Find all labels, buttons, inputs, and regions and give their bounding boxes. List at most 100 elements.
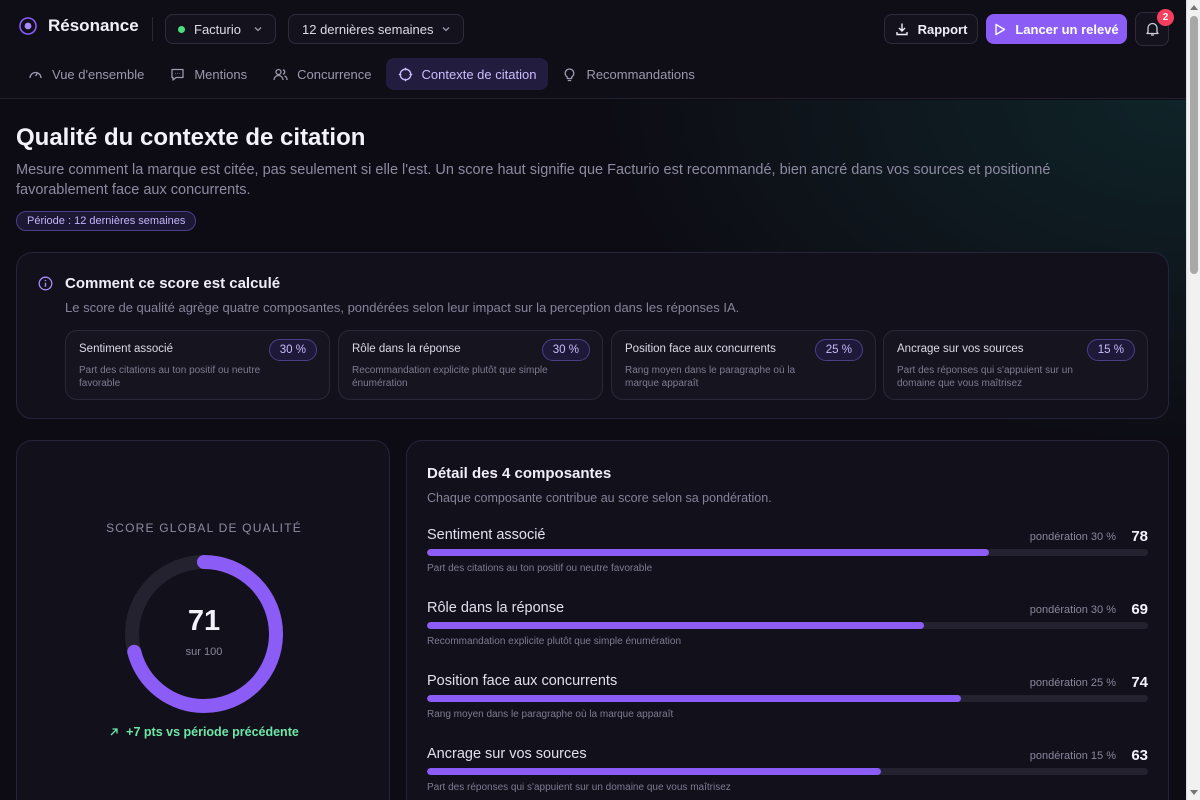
weight-card-description: Part des citations au ton positif ou neu… xyxy=(79,365,261,389)
weight-card-sources: Ancrage sur vos sources 15 % Part des ré… xyxy=(883,330,1148,400)
notification-badge: 2 xyxy=(1157,9,1174,26)
weight-card-description: Part des réponses qui s'appuient sur un … xyxy=(897,365,1073,389)
component-score: 74 xyxy=(1131,674,1148,691)
app-name: Résonance xyxy=(48,16,139,35)
brand[interactable]: Résonance xyxy=(18,16,139,36)
page-description: Mesure comment la marque est citée, pas … xyxy=(16,162,1051,198)
page-title: Qualité du contexte de citation xyxy=(16,124,366,151)
tab-label: Recommandations xyxy=(586,66,695,82)
weight-badge: 15 % xyxy=(1086,339,1135,361)
play-icon xyxy=(995,23,1006,35)
score-delta-text: +7 pts vs période précédente xyxy=(126,725,299,739)
report-button-label: Rapport xyxy=(917,21,968,37)
header-divider xyxy=(152,17,153,41)
component-description: Part des citations au ton positif ou neu… xyxy=(427,563,653,574)
main-content: Qualité du contexte de citation Mesure c… xyxy=(0,100,1186,800)
component-description: Recommandation explicite plutôt que simp… xyxy=(427,636,682,647)
components-detail-card: Détail des 4 composantes Chaque composan… xyxy=(406,440,1169,800)
component-weight: pondération 15 % xyxy=(1029,750,1116,762)
chevron-down-icon xyxy=(442,27,450,32)
global-score-card: SCORE GLOBAL DE QUALITÉ 71 sur 100 +7 pt… xyxy=(16,440,390,800)
component-progress-track xyxy=(427,695,1148,702)
method-description: Le score de qualité agrège quatre compos… xyxy=(65,300,740,315)
weight-badge: 30 % xyxy=(268,339,317,361)
users-icon xyxy=(273,68,288,80)
component-description: Rang moyen dans le paragraphe où la marq… xyxy=(427,709,674,720)
weight-card-role: Rôle dans la réponse 30 % Recommandation… xyxy=(338,330,603,400)
component-name: Position face aux concurrents xyxy=(427,673,618,689)
weight-badge: 30 % xyxy=(541,339,590,361)
project-select-value: Facturio xyxy=(194,21,241,37)
info-icon xyxy=(38,276,53,291)
period-select[interactable]: 12 dernières semaines xyxy=(288,14,464,44)
weight-card-name: Position face aux concurrents xyxy=(625,343,776,355)
launch-scan-button[interactable]: Lancer un relevé xyxy=(986,14,1127,44)
period-chip: Période : 12 dernières semaines xyxy=(16,211,197,231)
component-role: Rôle dans la réponse pondération 30 % 69… xyxy=(427,600,1148,670)
tab-label: Concurrence xyxy=(297,66,372,82)
weight-card-name: Sentiment associé xyxy=(79,343,173,355)
component-progress-track xyxy=(427,768,1148,775)
bell-icon xyxy=(1145,22,1159,36)
component-name: Sentiment associé xyxy=(427,527,546,543)
launch-scan-label: Lancer un relevé xyxy=(1015,21,1119,37)
weight-card-name: Ancrage sur vos sources xyxy=(897,343,1024,355)
resonance-logo-icon xyxy=(19,17,37,35)
component-sources: Ancrage sur vos sources pondération 15 %… xyxy=(427,746,1148,800)
weight-card-description: Rang moyen dans le paragraphe où la marq… xyxy=(625,365,796,389)
component-sentiment: Sentiment associé pondération 30 % 78 Pa… xyxy=(427,527,1148,597)
weight-card-sentiment: Sentiment associé 30 % Part des citation… xyxy=(65,330,330,400)
weight-card-position: Position face aux concurrents 25 % Rang … xyxy=(611,330,876,400)
tab-recommendations[interactable]: Recommandations xyxy=(550,58,706,90)
chevron-down-icon xyxy=(254,27,262,32)
download-icon xyxy=(895,23,908,36)
score-value: 71 xyxy=(187,605,221,637)
nav-tabs: Vue d'ensemble Mentions Concurrence Cont… xyxy=(16,58,707,90)
project-select[interactable]: Facturio xyxy=(165,14,276,44)
component-progress-fill xyxy=(427,622,925,629)
score-method-card: Comment ce score est calculé Le score de… xyxy=(16,252,1169,419)
notifications-button[interactable]: 2 xyxy=(1135,9,1174,46)
component-score: 63 xyxy=(1131,747,1148,764)
component-score: 69 xyxy=(1131,601,1148,618)
gauge-icon xyxy=(29,71,42,78)
scroll-thumb[interactable] xyxy=(1190,16,1198,274)
weight-badge: 25 % xyxy=(814,339,863,361)
scroll-up-arrow[interactable] xyxy=(1190,5,1198,10)
detail-description: Chaque composante contribue au score sel… xyxy=(427,491,772,505)
weight-card-description: Recommandation explicite plutôt que simp… xyxy=(352,365,548,389)
score-max: sur 100 xyxy=(185,646,223,658)
tab-citation-context[interactable]: Contexte de citation xyxy=(385,58,549,90)
component-progress-fill xyxy=(427,549,990,556)
tab-competition[interactable]: Concurrence xyxy=(261,58,383,90)
component-progress-fill xyxy=(427,768,882,775)
component-name: Ancrage sur vos sources xyxy=(427,746,587,762)
component-name: Rôle dans la réponse xyxy=(427,600,565,616)
tab-label: Contexte de citation xyxy=(421,66,537,82)
component-description: Part des réponses qui s'appuient sur un … xyxy=(427,782,731,793)
page-scrollbar[interactable] xyxy=(1186,0,1200,800)
tab-mentions[interactable]: Mentions xyxy=(158,58,259,90)
component-progress-fill xyxy=(427,695,961,702)
tab-label: Vue d'ensemble xyxy=(52,66,145,82)
component-weight: pondération 25 % xyxy=(1029,677,1116,689)
score-delta: +7 pts vs période précédente xyxy=(17,725,391,739)
component-score: 78 xyxy=(1131,528,1148,545)
trend-up-icon xyxy=(110,728,118,736)
period-select-value: 12 dernières semaines xyxy=(302,21,434,37)
component-position: Position face aux concurrents pondératio… xyxy=(427,673,1148,743)
weight-card-name: Rôle dans la réponse xyxy=(352,343,461,355)
score-label: SCORE GLOBAL DE QUALITÉ xyxy=(106,521,302,535)
target-icon xyxy=(398,67,412,81)
lightbulb-icon xyxy=(565,67,575,81)
component-weight: pondération 30 % xyxy=(1029,531,1116,543)
component-weight: pondération 30 % xyxy=(1029,604,1116,616)
component-progress-track xyxy=(427,549,1148,556)
tab-label: Mentions xyxy=(194,66,248,82)
report-button[interactable]: Rapport xyxy=(884,14,978,44)
detail-title: Détail des 4 composantes xyxy=(427,465,612,482)
message-icon xyxy=(171,68,184,81)
tab-overview[interactable]: Vue d'ensemble xyxy=(16,58,156,90)
top-bar: Résonance Facturio 12 dernières semaines… xyxy=(0,0,1186,99)
scroll-down-arrow[interactable] xyxy=(1190,790,1198,795)
